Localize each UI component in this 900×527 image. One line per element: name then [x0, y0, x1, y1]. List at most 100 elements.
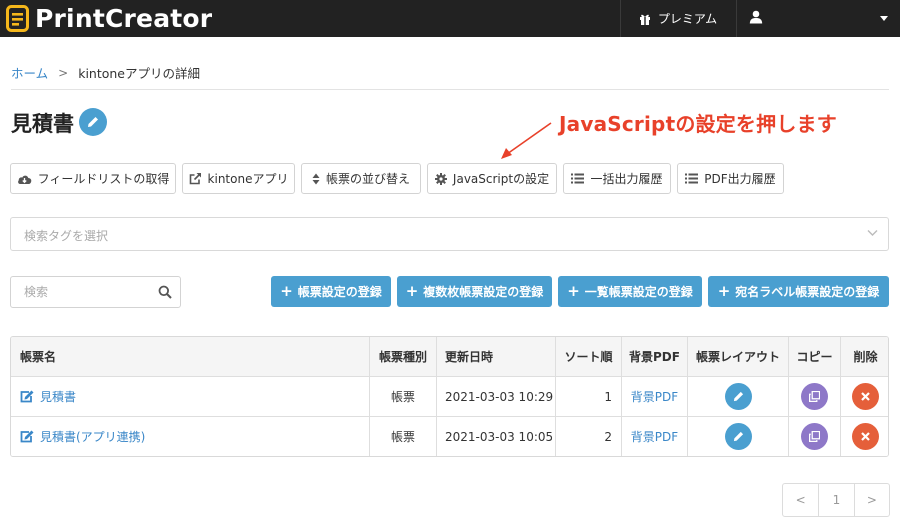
- sort-icon: [312, 173, 320, 184]
- copy-form-button[interactable]: [801, 423, 828, 450]
- breadcrumb-divider: [11, 89, 889, 90]
- edit-layout-button[interactable]: [724, 423, 752, 450]
- register-list-form-label: 一覧帳票設定の登録: [584, 285, 693, 299]
- pagination: < 1 >: [782, 483, 890, 517]
- updated-cell: 2021-03-03 10:29: [436, 377, 555, 416]
- pdf-output-history-button[interactable]: PDF出力履歴: [677, 163, 784, 194]
- delete-form-button[interactable]: [852, 383, 879, 410]
- javascript-settings-button[interactable]: JavaScriptの設定: [427, 163, 557, 194]
- pdf-output-history-label: PDF出力履歴: [704, 172, 776, 186]
- close-icon: [861, 432, 870, 441]
- copy-cell: [788, 417, 840, 456]
- copy-icon: [809, 431, 820, 442]
- edit-layout-button[interactable]: [724, 383, 752, 410]
- delete-cell: [840, 417, 888, 456]
- header-form-type: 帳票種別: [369, 337, 436, 376]
- plus-icon: +: [405, 282, 419, 300]
- top-navbar: PrintCreator プレミアム: [0, 0, 900, 37]
- search-input[interactable]: [11, 277, 151, 307]
- pagination-next[interactable]: >: [853, 484, 889, 516]
- register-address-label-form-button[interactable]: + 宛名ラベル帳票設定の登録: [708, 276, 889, 307]
- form-name-link[interactable]: 見積書(アプリ連携): [20, 428, 145, 445]
- sort-order-cell: 2: [555, 417, 621, 456]
- sort-order-cell: 1: [555, 377, 621, 416]
- edit-title-button[interactable]: [79, 108, 107, 136]
- header-delete: 削除: [840, 337, 888, 376]
- register-multi-page-form-button[interactable]: + 複数枚帳票設定の登録: [397, 276, 552, 307]
- bulk-output-history-label: 一括出力履歴: [590, 172, 663, 186]
- header-copy: コピー: [788, 337, 840, 376]
- breadcrumb: ホーム > kintoneアプリの詳細: [11, 63, 200, 82]
- bulk-output-history-button[interactable]: 一括出力履歴: [563, 163, 671, 194]
- form-name-cell: 見積書(アプリ連携): [11, 417, 369, 456]
- plus-icon: +: [567, 282, 580, 300]
- edit-icon: [20, 430, 34, 443]
- bg-pdf-cell: 背景PDF: [621, 377, 687, 416]
- form-name-text: 見積書(アプリ連携): [40, 430, 146, 444]
- layout-cell: [687, 417, 788, 456]
- delete-form-button[interactable]: [852, 423, 879, 450]
- pagination-page[interactable]: 1: [818, 484, 853, 516]
- pencil-icon: [733, 391, 743, 402]
- sort-forms-button[interactable]: 帳票の並び替え: [301, 163, 421, 194]
- register-form-button[interactable]: + 帳票設定の登録: [271, 276, 391, 307]
- list-icon: [685, 173, 699, 184]
- edit-icon: [20, 390, 34, 403]
- get-field-list-label: フィールドリストの取得: [37, 172, 170, 186]
- premium-menu[interactable]: プレミアム: [620, 0, 736, 37]
- get-field-list-button[interactable]: フィールドリストの取得: [10, 163, 176, 194]
- search-tag-placeholder: 検索タグを選択: [24, 229, 109, 243]
- form-type-cell: 帳票: [369, 417, 436, 456]
- premium-label: プレミアム: [657, 12, 718, 26]
- header-layout: 帳票レイアウト: [687, 337, 788, 376]
- header-bg-pdf: 背景PDF: [621, 337, 687, 376]
- plus-icon: +: [717, 282, 731, 300]
- form-name-link[interactable]: 見積書: [20, 388, 76, 405]
- bg-pdf-link[interactable]: 背景PDF: [631, 428, 678, 445]
- brand-name: PrintCreator: [35, 4, 213, 33]
- chevron-down-icon: [880, 16, 888, 21]
- bg-pdf-link[interactable]: 背景PDF: [631, 388, 678, 405]
- kintone-app-button[interactable]: kintoneアプリ: [182, 163, 295, 194]
- register-multi-page-form-label: 複数枚帳票設定の登録: [423, 285, 544, 299]
- search-icon[interactable]: [158, 285, 172, 299]
- pencil-icon: [88, 117, 98, 127]
- instruction-annotation: JavaScriptの設定を押します: [559, 112, 837, 136]
- table-row: 見積書 帳票 2021-03-03 10:29 1 背景PDF: [11, 376, 888, 416]
- user-menu[interactable]: [737, 0, 900, 37]
- copy-form-button[interactable]: [801, 383, 828, 410]
- close-icon: [861, 392, 870, 401]
- javascript-settings-label: JavaScriptの設定: [452, 172, 550, 186]
- breadcrumb-home-link[interactable]: ホーム: [11, 63, 48, 82]
- brand[interactable]: PrintCreator: [6, 3, 212, 34]
- plus-icon: +: [280, 282, 293, 300]
- search-tag-select[interactable]: 検索タグを選択: [10, 217, 889, 251]
- layout-cell: [687, 377, 788, 416]
- printcreator-logo-icon: [6, 5, 29, 32]
- form-table: 帳票名 帳票種別 更新日時 ソート順 背景PDF 帳票レイアウト コピー 削除 …: [10, 336, 889, 457]
- header-sort-order: ソート順: [555, 337, 621, 376]
- register-list-form-button[interactable]: + 一覧帳票設定の登録: [558, 276, 702, 307]
- form-name-text: 見積書: [40, 390, 77, 404]
- search-box: [10, 276, 181, 308]
- table-row: 見積書(アプリ連携) 帳票 2021-03-03 10:05 2 背景PDF: [11, 416, 888, 456]
- pagination-prev[interactable]: <: [783, 484, 818, 516]
- table-header-row: 帳票名 帳票種別 更新日時 ソート順 背景PDF 帳票レイアウト コピー 削除: [11, 337, 888, 376]
- annotation-arrow-icon: [501, 122, 552, 159]
- list-icon: [571, 173, 585, 184]
- form-type-cell: 帳票: [369, 377, 436, 416]
- delete-cell: [840, 377, 888, 416]
- copy-icon: [809, 391, 820, 402]
- gear-icon: [434, 172, 447, 185]
- header-form-name: 帳票名: [20, 350, 57, 364]
- bg-pdf-cell: 背景PDF: [621, 417, 687, 456]
- header-updated: 更新日時: [436, 337, 555, 376]
- external-link-icon: [189, 172, 201, 185]
- copy-cell: [788, 377, 840, 416]
- chevron-down-icon: [867, 230, 878, 236]
- user-icon: [749, 10, 763, 24]
- gift-icon: [639, 14, 650, 25]
- form-name-cell: 見積書: [11, 377, 369, 416]
- breadcrumb-separator: >: [58, 65, 69, 80]
- page-title: 見積書: [11, 112, 74, 136]
